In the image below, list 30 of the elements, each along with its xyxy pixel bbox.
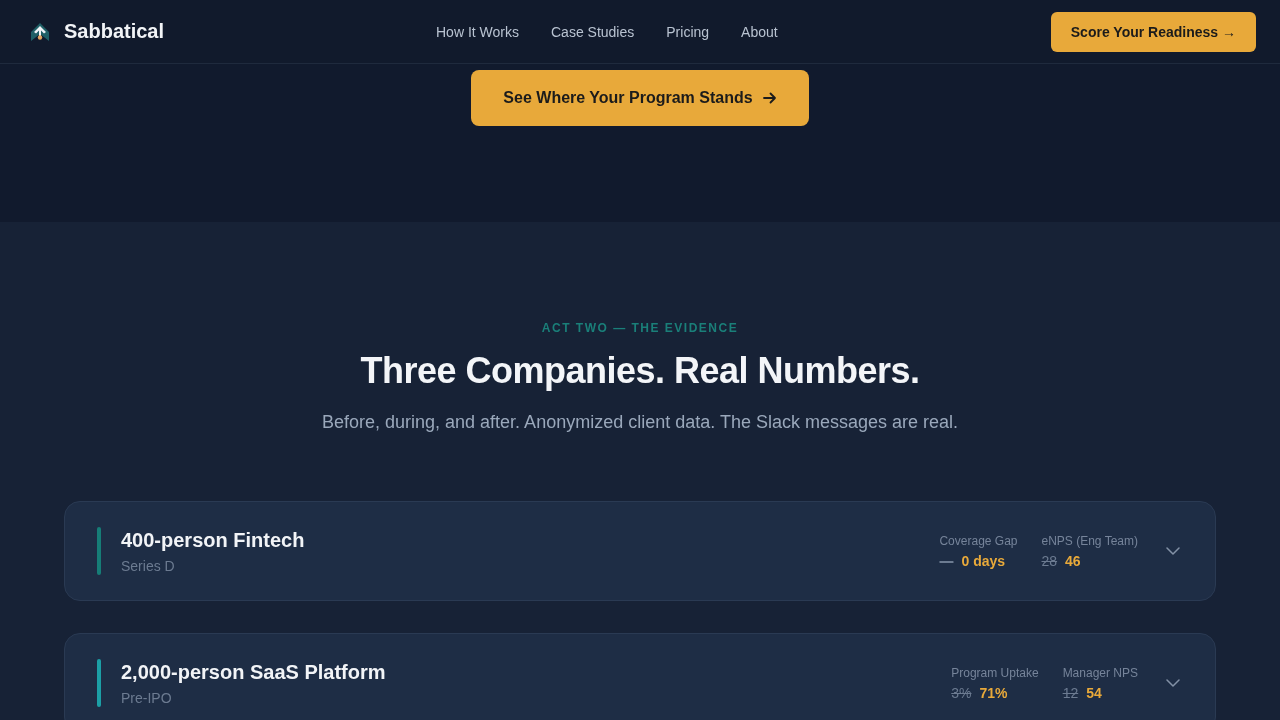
case-study-card[interactable]: 400-person Fintech Series D Coverage Gap — 0 days eNPS (Eng Team) 28 46 [64,501,1216,601]
metric-before-value: 3% [951,684,972,701]
brand-name: Sabbatical [64,20,165,43]
metric-after-value: 0 days [961,552,1006,569]
metric-after-value: 46 [1065,552,1081,569]
case-stage: Pre-IPO [121,689,173,706]
case-title: 400-person Fintech [121,528,305,552]
metric-before-value: 28 [1041,552,1058,569]
metric-before-value: 12 [1062,684,1079,701]
metric-label: eNPS (Eng Team) [1041,533,1138,548]
metric-label: Manager NPS [1062,665,1138,680]
nav-link[interactable]: How It Works [436,23,519,40]
metric-after-value: 71% [979,684,1008,701]
metric-label: Program Uptake [951,665,1039,680]
arrow-right-icon [762,92,777,104]
nav-link[interactable]: Pricing [666,23,710,40]
nav-link[interactable]: Case Studies [551,23,635,40]
logo-icon [30,21,50,42]
section-eyebrow: ACT TWO — THE EVIDENCE [541,321,739,335]
nav-link[interactable]: About [741,23,778,40]
section-subtitle: Before, during, and after. Anonymized client data. The Slack messages are real. [322,412,958,433]
readiness-button[interactable]: Score Your Readiness → [1050,11,1256,52]
metric-after-value: 54 [1086,684,1102,701]
metric-before-value: — [939,552,954,569]
case-title: 2,000-person SaaS Platform [121,660,386,684]
metric-label: Coverage Gap [939,533,1018,548]
program-stands-button[interactable]: See Where Your Program Stands [471,70,809,126]
section-title: Three Companies. Real Numbers. [360,350,920,392]
case-study-card[interactable]: 2,000-person SaaS Platform Pre-IPO Program Uptake 3% 71% Manager NPS 12 54 [64,633,1216,720]
case-stage: Series D [121,557,176,574]
